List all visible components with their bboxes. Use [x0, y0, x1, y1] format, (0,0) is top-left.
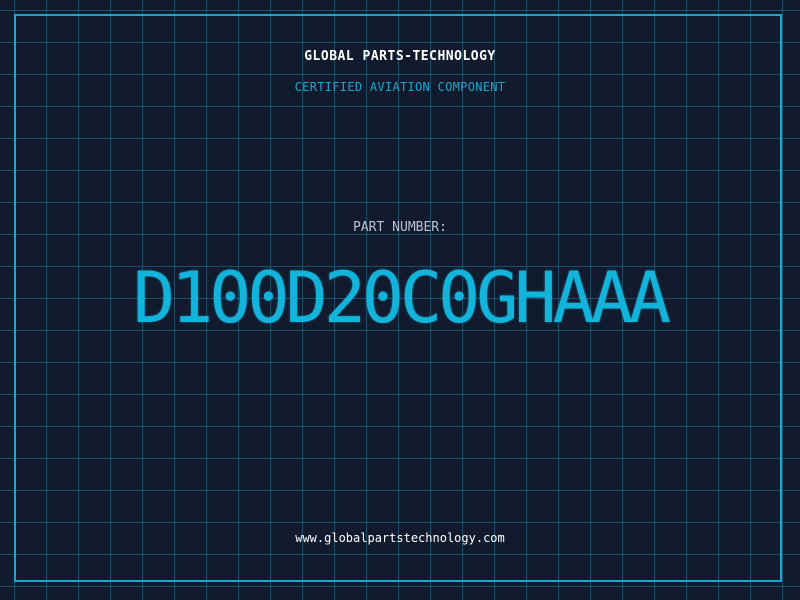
brand-title: GLOBAL PARTS-TECHNOLOGY	[304, 49, 496, 64]
part-number-label: PART NUMBER:	[353, 220, 447, 235]
part-number-value: D100D20C0GHAAA	[132, 257, 671, 339]
website-url: www.globalpartstechnology.com	[295, 531, 505, 545]
brand-subtitle: CERTIFIED AVIATION COMPONENT	[294, 80, 506, 94]
certificate-canvas: GLOBAL PARTS-TECHNOLOGY CERTIFIED AVIATI…	[0, 0, 800, 600]
